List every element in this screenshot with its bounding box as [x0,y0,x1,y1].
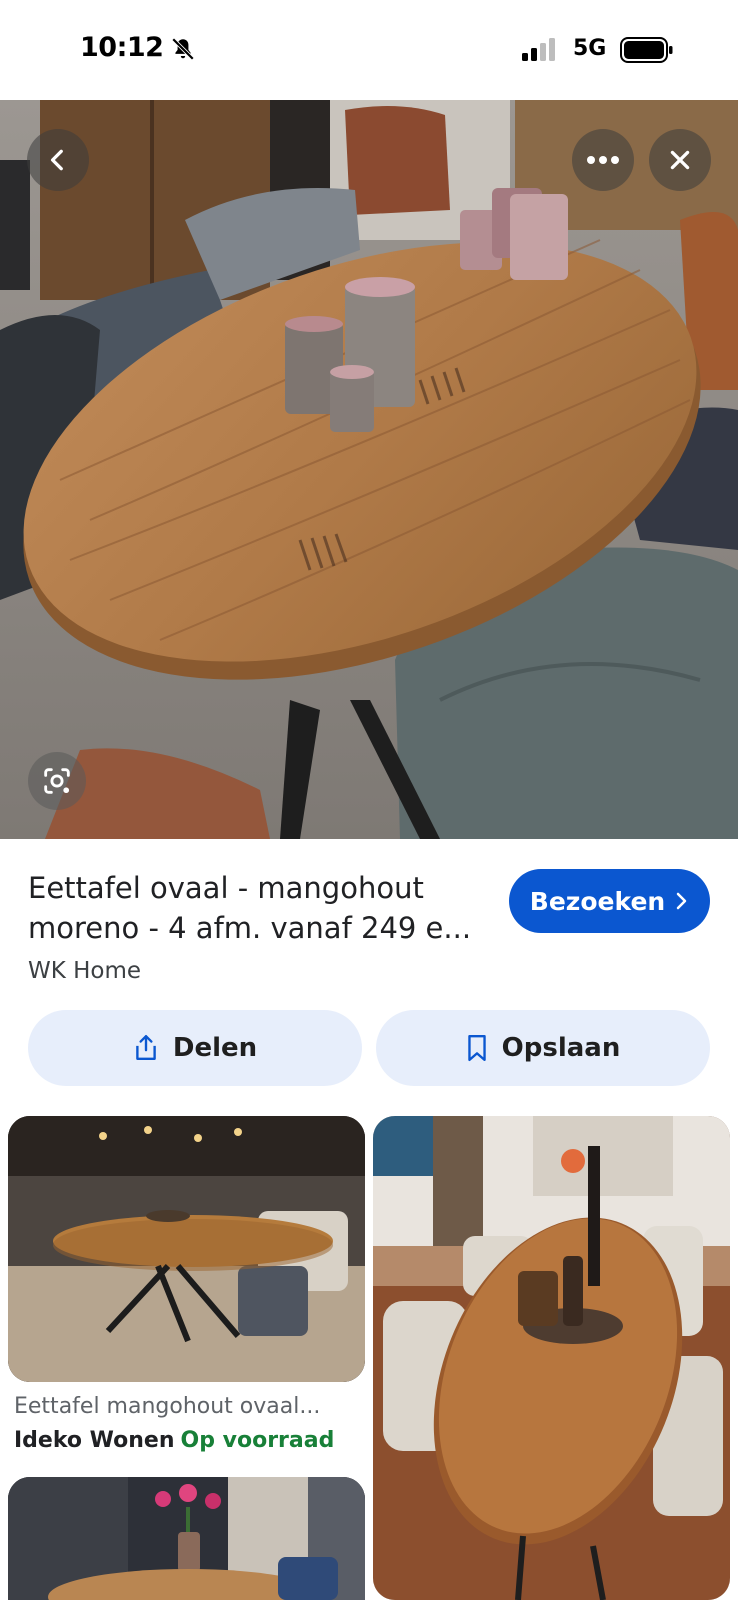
lens-search-button[interactable] [28,752,86,810]
related-image-1[interactable] [8,1116,365,1382]
bell-off-icon [171,37,195,61]
related-image-3[interactable] [8,1477,365,1600]
source-name[interactable]: WK Home [28,958,141,984]
result-title-line2: moreno - 4 afm. vanaf 249 e... [28,911,472,945]
network-label: 5G [573,36,607,61]
chevron-right-icon [676,892,687,910]
more-options-button[interactable] [572,129,634,191]
oval-table-room-photo [373,1116,730,1600]
status-time: 10:12 [80,32,164,63]
close-button[interactable] [649,129,711,191]
result-title[interactable]: Eettafel ovaal - mangohout moreno - 4 af… [28,868,498,948]
back-button[interactable] [27,129,89,191]
related-image-2[interactable] [373,1116,730,1600]
bookmark-icon [467,1034,486,1062]
battery-icon [620,37,673,63]
flower-table-photo [8,1477,365,1600]
showroom-table-photo [8,1116,365,1382]
dining-table-photo [0,100,738,839]
visit-label: Bezoeken [529,886,666,916]
share-label: Delen [172,1033,258,1063]
stock-badge: Op voorraad [180,1428,335,1453]
lens-icon [44,768,70,794]
share-button[interactable]: Delen [28,1010,362,1086]
close-icon [670,150,690,170]
result-title-line1: Eettafel ovaal - mangohout [28,871,424,905]
visit-button[interactable]: Bezoeken [509,869,710,933]
save-button[interactable]: Opslaan [376,1010,710,1086]
more-icon [587,156,619,164]
save-label: Opslaan [501,1033,621,1063]
back-icon [50,149,63,171]
related-caption-1[interactable]: Eettafel mangohout ovaal... [14,1394,359,1419]
related-source-1[interactable]: Ideko Wonen Op voorraad [14,1428,334,1453]
related-source-name-1: Ideko Wonen [14,1428,175,1453]
signal-icon [522,38,555,61]
hero-image[interactable] [0,100,738,839]
status-bar: 10:12 5G [0,0,738,100]
share-icon [136,1034,156,1060]
